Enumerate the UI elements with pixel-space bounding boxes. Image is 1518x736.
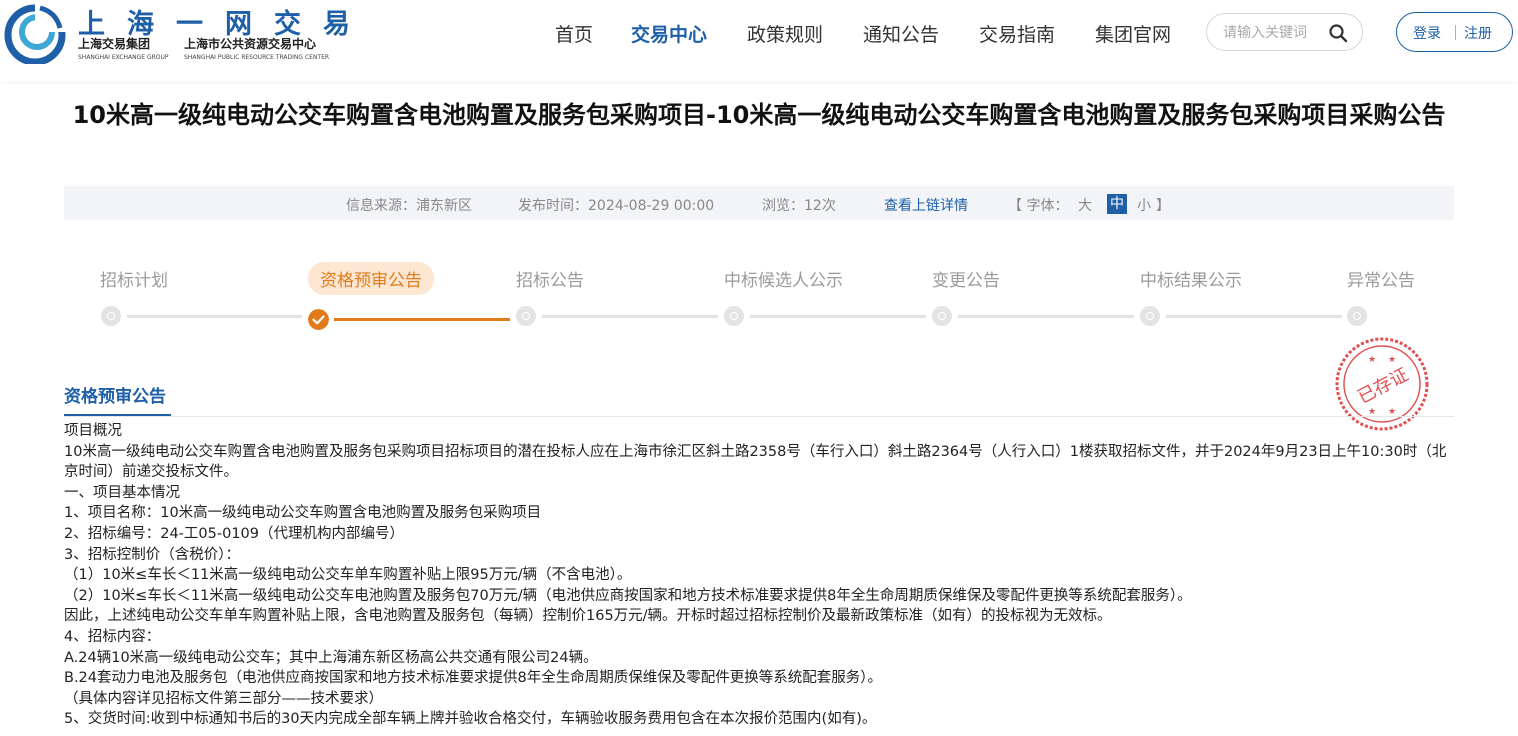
logo-org2-en: SHANGHAI PUBLIC RESOURCE TRADING CENTER <box>184 54 330 61</box>
register-link[interactable]: 注册 <box>1464 23 1492 43</box>
page-title: 10米高一级纯电动公交车购置含电池购置及服务包采购项目-10米高一级纯电动公交车… <box>72 101 1446 129</box>
paragraph: （2）10米≤车长＜11米高一级纯电动公交车电池购置及服务包70万元/辆（电池供… <box>64 587 1192 604</box>
paragraph: 4、招标内容： <box>64 628 161 645</box>
step-dot-icon[interactable] <box>1347 306 1367 326</box>
nav-policy[interactable]: 政策规则 <box>747 20 823 47</box>
step-line <box>542 315 718 318</box>
nav-trading-center[interactable]: 交易中心 <box>631 20 707 47</box>
step-line-active <box>334 318 510 321</box>
step-dot-icon[interactable] <box>932 306 952 326</box>
info-source: 信息来源：浦东新区 <box>346 198 472 214</box>
paragraph: B.24套动力电池及服务包（电池供应商按国家和地方技术标准要求提供8年全生命周期… <box>64 670 882 687</box>
info-bar: 信息来源：浦东新区 发布时间：2024-08-29 00:00 浏览：12次 查… <box>64 186 1454 220</box>
auth-divider <box>1455 25 1456 40</box>
step-label[interactable]: 中标结果公示 <box>1140 266 1242 291</box>
search-icon[interactable] <box>1328 23 1348 43</box>
paragraph: A.24辆10米高一级纯电动公交车；其中上海浦东新区杨高公共交通有限公司24辆。 <box>64 649 598 666</box>
paragraph: 因此，上述纯电动公交车单车购置补贴上限，含电池购置及服务包（每辆）控制价165万… <box>64 608 1112 625</box>
nav-home[interactable]: 首页 <box>555 20 593 47</box>
check-icon[interactable] <box>308 309 329 330</box>
step-line <box>1166 315 1342 318</box>
step-label[interactable]: 异常公告 <box>1347 266 1415 291</box>
site-header: 上海一网交易 上海交易集团 上海市公共资源交易中心 SHANGHAI EXCHA… <box>0 0 1518 82</box>
paragraph: （1）10米≤车长＜11米高一级纯电动公交车单车购置补贴上限95万元/辆（不含电… <box>64 567 632 584</box>
paragraph: （具体内容详见招标文件第三部分——技术要求） <box>64 690 383 707</box>
nav-notices[interactable]: 通知公告 <box>863 20 939 47</box>
font-size-close: 】 <box>1156 198 1170 214</box>
step-dot-icon[interactable] <box>101 306 121 326</box>
logo-icon[interactable] <box>4 2 66 64</box>
login-link[interactable]: 登录 <box>1413 23 1441 43</box>
logo-org1-en: SHANGHAI EXCHANGE GROUP <box>78 54 169 61</box>
paragraph: 10米高一级纯电动公交车购置含电池购置及服务包采购项目招标项目的潜在投标人应在上… <box>64 443 1447 481</box>
step-label[interactable]: 招标计划 <box>100 266 168 291</box>
svg-text:★: ★ <box>1388 355 1396 365</box>
search-input[interactable] <box>1221 22 1325 44</box>
nav-group-site[interactable]: 集团官网 <box>1095 20 1171 47</box>
search-box <box>1206 13 1363 51</box>
certified-stamp-icon: ★ ★ ★ ★ 已存证 <box>1335 337 1429 431</box>
paragraph: 2、招标编号：24-工05-0109（代理机构内部编号） <box>64 525 404 542</box>
info-publish-time: 发布时间：2024-08-29 00:00 <box>518 198 715 214</box>
paragraph: 3、招标控制价（含税价）： <box>64 546 240 563</box>
step-label-active[interactable]: 资格预审公告 <box>308 262 434 295</box>
step-label[interactable]: 变更公告 <box>932 266 1000 291</box>
step-label[interactable]: 中标候选人公示 <box>724 266 843 291</box>
font-size-small[interactable]: 小 <box>1137 195 1151 215</box>
step-dot-icon[interactable] <box>724 306 744 326</box>
section-title: 资格预审公告 <box>64 387 166 407</box>
info-views: 浏览：12次 <box>762 198 836 214</box>
step-dot-icon[interactable] <box>1140 306 1160 326</box>
paragraph: 一、项目基本情况 <box>64 484 180 501</box>
step-dot-icon[interactable] <box>516 306 536 326</box>
step-line <box>750 315 926 318</box>
font-size-large[interactable]: 大 <box>1078 195 1092 215</box>
auth-box: 登录 注册 <box>1396 12 1513 52</box>
section-divider <box>64 416 1454 417</box>
svg-text:已存证: 已存证 <box>1354 364 1412 408</box>
nav-guide[interactable]: 交易指南 <box>979 20 1055 47</box>
font-size-medium[interactable]: 中 <box>1107 194 1127 214</box>
paragraph: 项目概况 <box>64 423 122 439</box>
announcement-body: 项目概况 10米高一级纯电动公交车购置含电池购置及服务包采购项目招标项目的潜在投… <box>64 421 1454 730</box>
paragraph: 5、交货时间:收到中标通知书后的30天内完成全部车辆上牌并验收合格交付，车辆验收… <box>64 711 877 728</box>
step-line <box>127 315 302 318</box>
font-size-label: 【 字体： <box>1008 198 1069 214</box>
logo-org2: 上海市公共资源交易中心 <box>184 37 317 51</box>
paragraph: 1、项目名称：10米高一级纯电动公交车购置含电池购置及服务包采购项目 <box>64 505 542 522</box>
logo-org1: 上海交易集团 <box>78 37 151 51</box>
step-label[interactable]: 招标公告 <box>516 266 584 291</box>
step-line <box>958 315 1134 318</box>
chain-detail-link[interactable]: 查看上链详情 <box>884 195 968 215</box>
svg-text:★: ★ <box>1368 355 1376 365</box>
